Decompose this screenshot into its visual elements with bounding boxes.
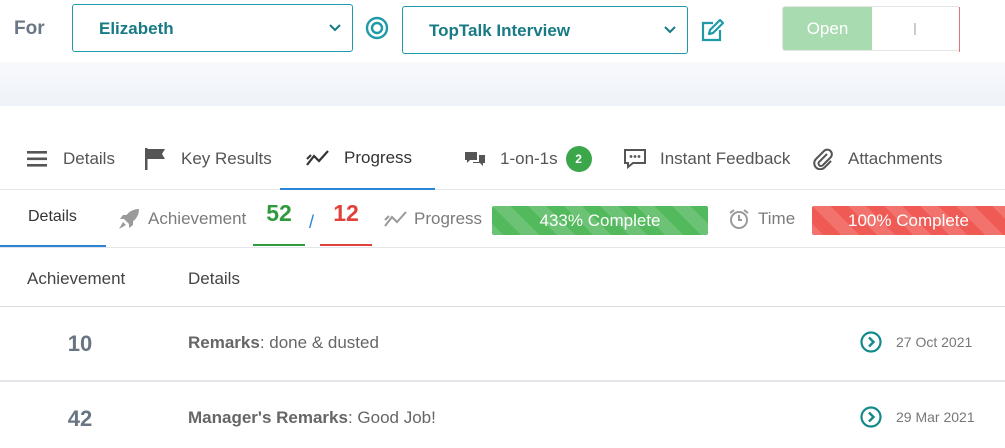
row-details-text: : done & dusted	[259, 333, 379, 352]
column-header-details: Details	[188, 269, 240, 288]
achievement-label: Achievement	[148, 208, 247, 228]
tab-key-results[interactable]: Key Results	[145, 128, 272, 190]
achieved-value: 52	[253, 198, 305, 246]
tab-one-on-ones-label: 1-on-1s	[500, 149, 558, 168]
column-header-achievement: Achievement	[27, 269, 126, 288]
edit-icon[interactable]	[699, 18, 725, 44]
trend-icon	[306, 150, 329, 166]
for-label: For	[14, 18, 45, 39]
tab-key-results-label: Key Results	[181, 149, 272, 168]
progress-summary: Progress	[384, 190, 482, 247]
row-details: Manager's Remarks: Good Job!	[188, 408, 436, 428]
rocket-icon	[119, 208, 139, 229]
value-separator: /	[309, 212, 315, 232]
objective-type-select[interactable]: TopTalk Interview	[402, 6, 688, 54]
progress-subtabs: Details Achievement 52 / 12 Progress 433…	[0, 190, 1005, 248]
chat-icon	[465, 152, 485, 166]
toggle-closed-option[interactable]	[872, 7, 960, 50]
chevron-down-icon	[664, 26, 676, 34]
tab-attachments[interactable]: Attachments	[812, 128, 943, 190]
row-details-label: Manager's Remarks	[188, 408, 348, 427]
target-value: 12	[320, 198, 372, 246]
subtab-details[interactable]: Details	[0, 190, 106, 247]
row-achievement-value: 10	[67, 331, 93, 356]
alarm-clock-icon	[729, 208, 749, 229]
target-icon[interactable]	[365, 16, 389, 40]
chevron-right-circle-icon[interactable]	[860, 406, 882, 428]
toggle-open-option[interactable]: Open	[783, 7, 872, 50]
progress-label: Progress	[414, 208, 483, 228]
subtab-details-label: Details	[28, 208, 77, 225]
row-details-label: Remarks	[188, 333, 260, 352]
row-date: 29 Mar 2021	[896, 409, 975, 425]
user-select-value: Elizabeth	[99, 19, 174, 38]
row-details-text: : Good Job!	[347, 408, 436, 427]
achievement-summary: Achievement	[118, 190, 246, 247]
row-date: 27 Oct 2021	[896, 334, 973, 350]
tab-progress[interactable]: Progress	[280, 128, 435, 190]
table-header: Achievement Details	[0, 249, 1005, 307]
flag-icon	[145, 148, 165, 170]
top-bar: For Elizabeth TopTalk Interview Open	[0, 0, 1005, 62]
paperclip-icon	[813, 148, 833, 170]
toggle-handle-icon	[914, 23, 916, 35]
trend-icon	[384, 210, 407, 227]
row-details: Remarks: done & dusted	[188, 333, 379, 353]
chevron-down-icon	[329, 24, 341, 32]
user-select[interactable]: Elizabeth	[72, 4, 353, 52]
header-divider-band	[0, 62, 1005, 106]
row-achievement-value: 42	[67, 406, 93, 431]
list-icon	[27, 151, 47, 167]
status-toggle[interactable]: Open	[782, 6, 960, 52]
progress-bar: 433% Complete	[492, 206, 708, 235]
table-row: 10 Remarks: done & dusted 27 Oct 2021	[0, 307, 1005, 382]
feedback-icon	[624, 149, 646, 169]
time-summary: Time	[728, 190, 795, 247]
tab-instant-feedback-label: Instant Feedback	[660, 149, 791, 168]
tab-attachments-label: Attachments	[848, 149, 943, 168]
tab-details-label: Details	[63, 149, 115, 168]
tab-progress-label: Progress	[344, 148, 413, 167]
table-row: 42 Manager's Remarks: Good Job! 29 Mar 2…	[0, 382, 1005, 448]
time-bar: 100% Complete	[812, 206, 1005, 235]
one-on-ones-count-badge: 2	[565, 146, 592, 172]
toggle-edge	[959, 7, 960, 52]
tab-instant-feedback[interactable]: Instant Feedback	[624, 128, 790, 190]
tab-details[interactable]: Details	[27, 128, 115, 190]
objective-type-value: TopTalk Interview	[429, 21, 571, 40]
chevron-right-circle-icon[interactable]	[860, 331, 882, 353]
main-tabs: Details Key Results Progress 1-on-1s 2 I…	[0, 128, 1005, 190]
tab-one-on-ones[interactable]: 1-on-1s 2	[464, 128, 592, 190]
time-label: Time	[758, 208, 796, 228]
